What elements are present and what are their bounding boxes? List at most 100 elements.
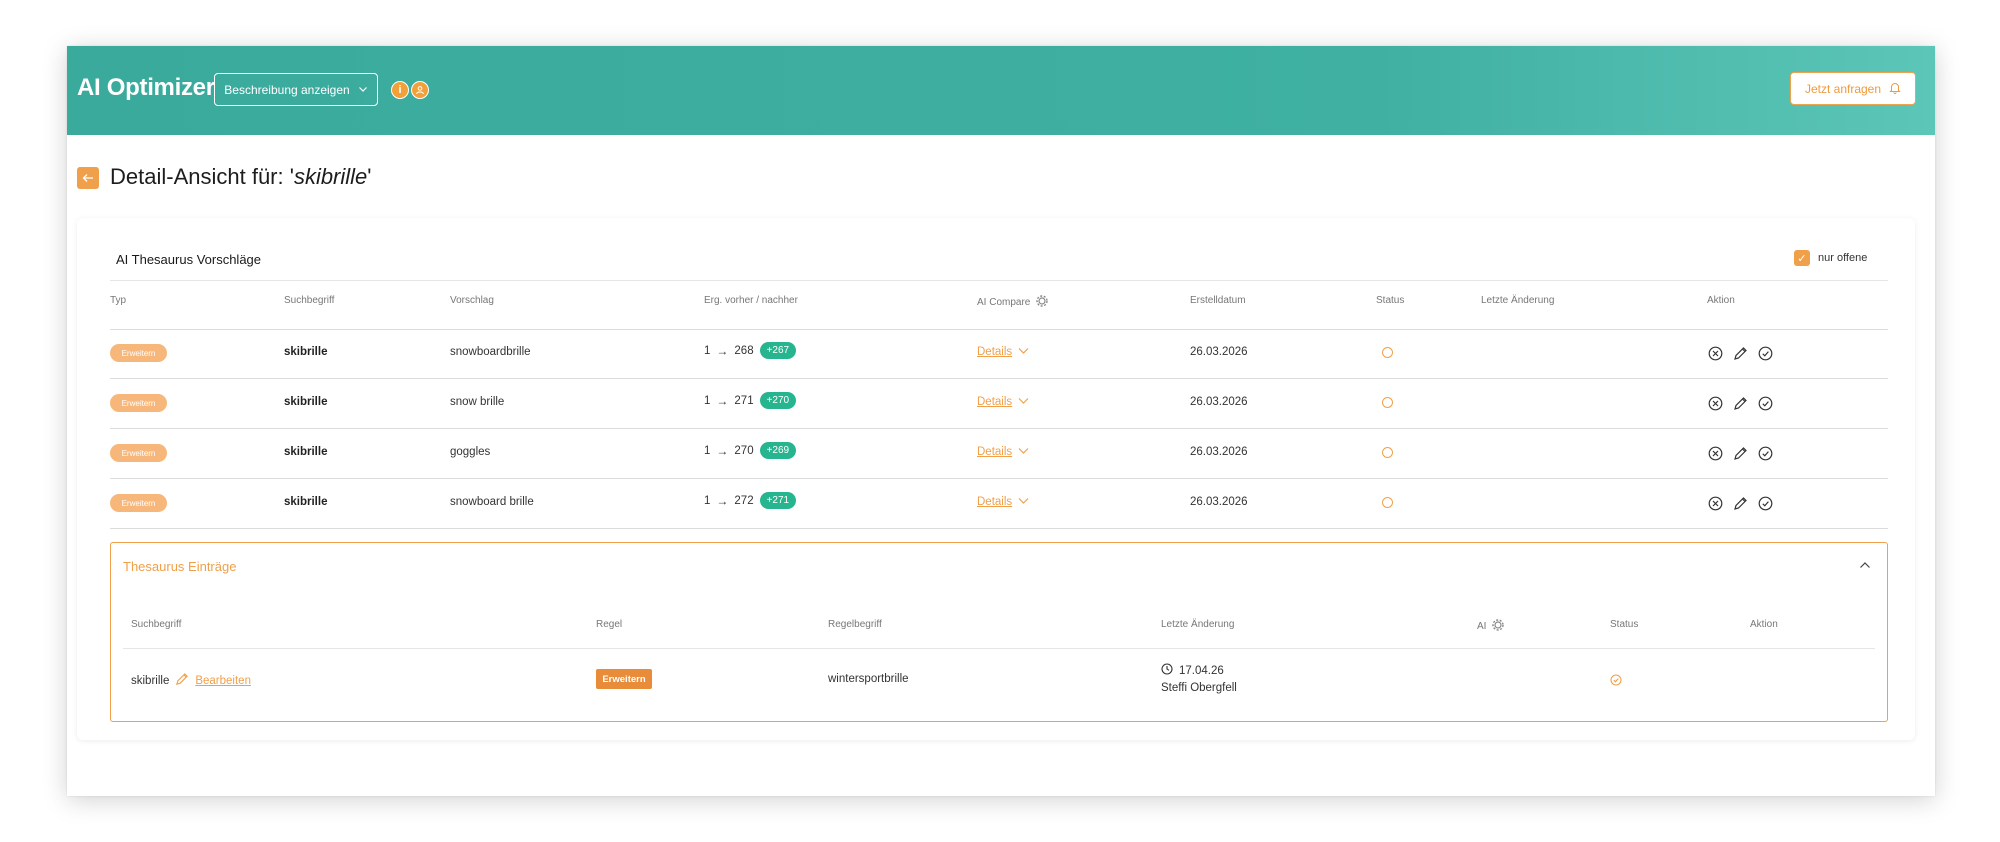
edit-pencil-icon[interactable] (1732, 495, 1748, 511)
thes-col-ai-label: AI (1477, 621, 1487, 632)
row-created: 26.03.2026 (1190, 496, 1248, 508)
col-typ: Typ (110, 295, 127, 306)
result-after: 268 (734, 344, 754, 357)
thes-col-aktion: Aktion (1750, 619, 1778, 630)
thes-col-letzte-aenderung: Letzte Änderung (1161, 619, 1235, 630)
type-badge: Erweitern (110, 444, 167, 462)
row-created: 26.03.2026 (1190, 396, 1248, 408)
col-vorschlag: Vorschlag (450, 295, 494, 306)
row-suggestion: snowboardbrille (450, 346, 531, 358)
reject-icon[interactable] (1707, 495, 1723, 511)
suggestions-title: AI Thesaurus Vorschläge (116, 252, 262, 267)
app-title: AI Optimizer (77, 74, 215, 101)
bell-icon (1889, 81, 1901, 97)
thesaurus-panel: Thesaurus Einträge Suchbegriff Regel Reg… (110, 542, 1888, 722)
accept-icon[interactable] (1757, 395, 1773, 411)
ai-gear-icon (1036, 295, 1049, 310)
thesaurus-title[interactable]: Thesaurus Einträge (123, 559, 236, 574)
row-results: 1 → 272 +271 (704, 492, 797, 509)
thes-col-suchbegriff: Suchbegriff (131, 619, 182, 630)
col-erg: Erg. vorher / nachher (704, 295, 798, 306)
result-before: 1 (704, 344, 711, 357)
accept-icon[interactable] (1757, 445, 1773, 461)
chevron-up-icon[interactable] (1859, 557, 1871, 572)
accept-icon[interactable] (1757, 495, 1773, 511)
back-button[interactable] (77, 167, 99, 189)
thes-divider (123, 648, 1875, 649)
row-actions (1707, 345, 1773, 361)
details-link[interactable]: Details (977, 346, 1029, 358)
pencil-icon[interactable] (175, 672, 189, 689)
chevron-down-icon (1018, 446, 1029, 458)
col-status: Status (1376, 295, 1405, 306)
app-window: AI Optimizer Beschreibung anzeigen i Jet… (67, 46, 1935, 796)
open-only-filter[interactable]: ✓ nur offene (1794, 250, 1867, 266)
result-before: 1 (704, 444, 711, 457)
delta-badge: +269 (759, 442, 797, 459)
request-button[interactable]: Jetzt anfragen (1790, 72, 1916, 105)
reject-icon[interactable] (1707, 445, 1723, 461)
last-change-date: 17.04.26 (1179, 664, 1224, 677)
clock-icon (1161, 663, 1173, 678)
row-divider (110, 378, 1888, 379)
row-suggestion: goggles (450, 446, 491, 458)
row-created: 26.03.2026 (1190, 346, 1248, 358)
open-only-label: nur offene (1818, 252, 1868, 264)
arrow-right-icon: → (716, 443, 729, 458)
page-title-suffix: ' (367, 164, 372, 189)
header-divider (110, 280, 1888, 281)
delta-badge: +270 (759, 392, 797, 409)
result-after: 272 (734, 494, 754, 507)
info-icon[interactable]: i (391, 81, 409, 99)
thes-col-regelbegriff: Regelbegriff (828, 619, 882, 630)
top-header: AI Optimizer Beschreibung anzeigen i Jet… (67, 46, 1935, 135)
rule-term: wintersportbrille (828, 673, 909, 685)
details-link[interactable]: Details (977, 496, 1029, 508)
col-erstelldatum: Erstelldatum (1190, 295, 1246, 306)
row-term: skibrille (284, 496, 328, 508)
show-description-label: Beschreibung anzeigen (224, 82, 350, 97)
edit-link[interactable]: Bearbeiten (195, 675, 251, 687)
row-results: 1 → 268 +267 (704, 342, 797, 359)
edit-pencil-icon[interactable] (1732, 345, 1748, 361)
details-label: Details (977, 396, 1013, 408)
details-link[interactable]: Details (977, 396, 1029, 408)
details-label: Details (977, 346, 1013, 358)
result-before: 1 (704, 494, 711, 507)
chevron-down-icon (358, 83, 368, 97)
status-pending-icon (1382, 447, 1393, 458)
checkbox-checked-icon[interactable]: ✓ (1794, 250, 1810, 266)
row-suggestion: snowboard brille (450, 496, 534, 508)
show-description-button[interactable]: Beschreibung anzeigen (214, 73, 378, 106)
chevron-down-icon (1018, 346, 1029, 358)
last-change-date-line: 17.04.26 (1161, 663, 1237, 678)
col-ai-compare-label: AI Compare (977, 297, 1031, 308)
chevron-down-icon (1018, 496, 1029, 508)
reject-icon[interactable] (1707, 395, 1723, 411)
status-pending-icon (1382, 497, 1393, 508)
accept-icon[interactable] (1757, 345, 1773, 361)
thes-term: skibrille (131, 674, 170, 687)
page-title-prefix: Detail-Ansicht für: ' (110, 164, 294, 189)
request-label: Jetzt anfragen (1804, 81, 1882, 96)
col-letzte-aenderung: Letzte Änderung (1481, 295, 1555, 306)
details-link[interactable]: Details (977, 446, 1029, 458)
row-divider (110, 329, 1888, 330)
row-actions (1707, 495, 1773, 511)
rule-badge: Erweitern (596, 669, 652, 689)
type-badge: Erweitern (110, 394, 167, 412)
result-after: 271 (734, 394, 754, 407)
type-badge: Erweitern (110, 344, 167, 362)
page-title-term: skibrille (293, 164, 368, 189)
row-actions (1707, 395, 1773, 411)
row-divider (110, 478, 1888, 479)
col-suchbegriff: Suchbegriff (284, 295, 335, 306)
edit-pencil-icon[interactable] (1732, 395, 1748, 411)
thes-term-cell: skibrille Bearbeiten (131, 672, 251, 689)
col-ai-compare: AI Compare (977, 295, 1049, 310)
edit-pencil-icon[interactable] (1732, 445, 1748, 461)
reject-icon[interactable] (1707, 345, 1723, 361)
delta-badge: +271 (759, 492, 797, 509)
users-icon[interactable] (411, 81, 429, 99)
delta-badge: +267 (759, 342, 797, 359)
